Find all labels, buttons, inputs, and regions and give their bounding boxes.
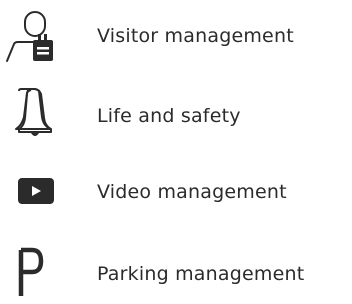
feature-list: Visitor management Life and safety Video… [0, 0, 352, 304]
feature-item-visitor-management: Visitor management [0, 8, 352, 64]
feature-label-visitor-management: Visitor management [97, 25, 294, 47]
feature-label-life-and-safety: Life and safety [97, 105, 241, 127]
parking-sign-icon [0, 246, 80, 302]
video-play-icon [0, 164, 80, 220]
feature-item-parking-management: Parking management [0, 246, 352, 302]
feature-label-parking-management: Parking management [97, 263, 305, 285]
feature-item-video-management: Video management [0, 164, 352, 220]
bell-icon [0, 88, 80, 144]
feature-item-life-and-safety: Life and safety [0, 88, 352, 144]
visitor-badge-icon [0, 8, 80, 64]
feature-label-video-management: Video management [97, 181, 287, 203]
